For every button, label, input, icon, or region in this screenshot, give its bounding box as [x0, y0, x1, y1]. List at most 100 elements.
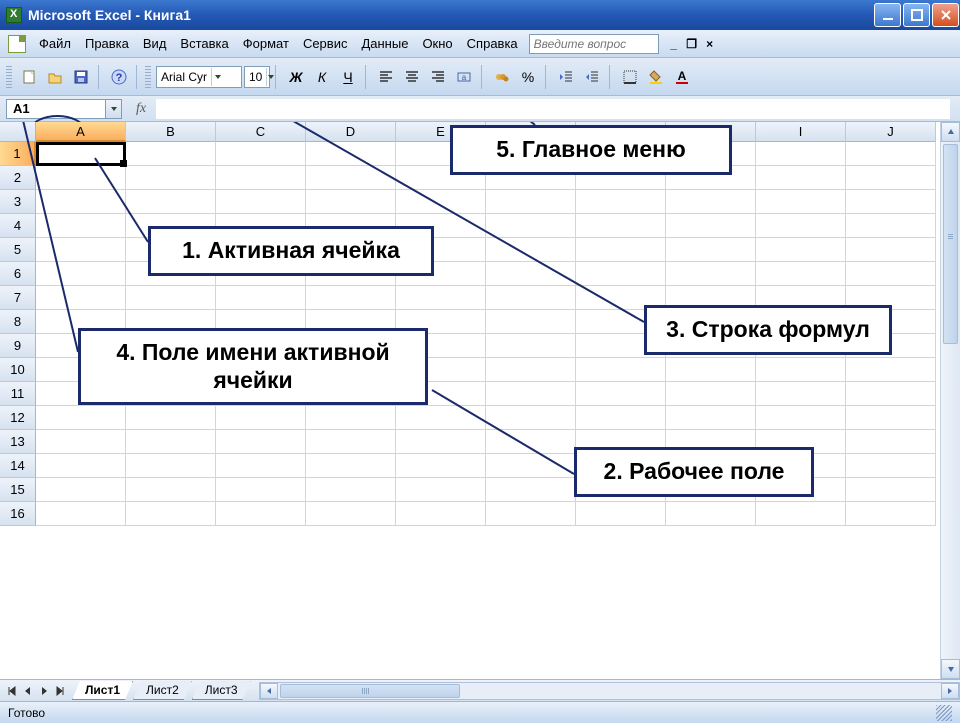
- cell[interactable]: [216, 286, 306, 310]
- toolbar-grip-icon[interactable]: [6, 66, 12, 88]
- increase-indent-button[interactable]: [580, 65, 604, 89]
- column-header[interactable]: J: [846, 122, 936, 142]
- menu-view[interactable]: Вид: [136, 32, 174, 55]
- cell[interactable]: [306, 166, 396, 190]
- cell[interactable]: [846, 358, 936, 382]
- font-name-selector[interactable]: Arial Cyr: [156, 66, 242, 88]
- cell[interactable]: [666, 238, 756, 262]
- align-right-button[interactable]: [426, 65, 450, 89]
- cell[interactable]: [486, 190, 576, 214]
- scroll-left-button[interactable]: [260, 683, 278, 699]
- cell[interactable]: [756, 214, 846, 238]
- open-button[interactable]: [43, 65, 67, 89]
- italic-button[interactable]: К: [310, 65, 334, 89]
- cell[interactable]: [396, 406, 486, 430]
- cell[interactable]: [486, 358, 576, 382]
- row-header[interactable]: 16: [0, 502, 36, 526]
- minimize-button[interactable]: [874, 3, 901, 27]
- cell[interactable]: [126, 190, 216, 214]
- row-header[interactable]: 1: [0, 142, 36, 166]
- cell[interactable]: [306, 454, 396, 478]
- cell[interactable]: [576, 406, 666, 430]
- row-header[interactable]: 13: [0, 430, 36, 454]
- menu-data[interactable]: Данные: [354, 32, 415, 55]
- row-header[interactable]: 12: [0, 406, 36, 430]
- cell[interactable]: [846, 214, 936, 238]
- cell[interactable]: [216, 406, 306, 430]
- cell[interactable]: [306, 478, 396, 502]
- hscroll-thumb[interactable]: [280, 684, 460, 698]
- help-button[interactable]: ?: [107, 65, 131, 89]
- cell[interactable]: [846, 142, 936, 166]
- mdi-close-button[interactable]: ×: [701, 36, 719, 52]
- row-header[interactable]: 9: [0, 334, 36, 358]
- cell[interactable]: [846, 190, 936, 214]
- toolbar-grip-icon[interactable]: [145, 66, 151, 88]
- fill-color-button[interactable]: [644, 65, 668, 89]
- cell[interactable]: [486, 310, 576, 334]
- sheet-tab-1[interactable]: Лист1: [72, 681, 133, 700]
- cell[interactable]: [306, 406, 396, 430]
- cell[interactable]: [306, 286, 396, 310]
- cell[interactable]: [36, 214, 126, 238]
- font-size-selector[interactable]: 10: [244, 66, 270, 88]
- formula-input[interactable]: [156, 99, 950, 119]
- cell[interactable]: [846, 430, 936, 454]
- cell[interactable]: [126, 142, 216, 166]
- column-header[interactable]: I: [756, 122, 846, 142]
- cell[interactable]: [576, 382, 666, 406]
- currency-button[interactable]: [490, 65, 514, 89]
- cell[interactable]: [846, 454, 936, 478]
- merge-center-button[interactable]: a: [452, 65, 476, 89]
- menu-window[interactable]: Окно: [415, 32, 459, 55]
- tab-nav-last[interactable]: [52, 683, 68, 699]
- cell[interactable]: [666, 502, 756, 526]
- mdi-restore-button[interactable]: ❐: [683, 36, 701, 52]
- ask-question-input[interactable]: [529, 34, 659, 54]
- save-button[interactable]: [69, 65, 93, 89]
- row-header[interactable]: 3: [0, 190, 36, 214]
- active-cell-cursor[interactable]: [36, 142, 126, 166]
- scroll-thumb[interactable]: [943, 144, 958, 344]
- row-header[interactable]: 14: [0, 454, 36, 478]
- cell[interactable]: [36, 430, 126, 454]
- cell[interactable]: [846, 238, 936, 262]
- cell[interactable]: [396, 190, 486, 214]
- row-header[interactable]: 7: [0, 286, 36, 310]
- tab-nav-next[interactable]: [36, 683, 52, 699]
- chevron-down-icon[interactable]: [211, 68, 223, 86]
- cell[interactable]: [216, 478, 306, 502]
- cell[interactable]: [126, 166, 216, 190]
- cell[interactable]: [36, 190, 126, 214]
- cell[interactable]: [306, 190, 396, 214]
- cell[interactable]: [396, 430, 486, 454]
- cell[interactable]: [216, 430, 306, 454]
- cell[interactable]: [396, 454, 486, 478]
- cell[interactable]: [756, 382, 846, 406]
- cell[interactable]: [486, 478, 576, 502]
- cell[interactable]: [396, 478, 486, 502]
- align-center-button[interactable]: [400, 65, 424, 89]
- menu-help[interactable]: Справка: [460, 32, 525, 55]
- percent-button[interactable]: %: [516, 65, 540, 89]
- cell[interactable]: [666, 406, 756, 430]
- cell[interactable]: [756, 262, 846, 286]
- maximize-button[interactable]: [903, 3, 930, 27]
- cell[interactable]: [666, 358, 756, 382]
- cell[interactable]: [126, 478, 216, 502]
- name-box[interactable]: A1: [6, 99, 106, 119]
- cell[interactable]: [756, 358, 846, 382]
- cell[interactable]: [846, 502, 936, 526]
- row-header[interactable]: 4: [0, 214, 36, 238]
- document-icon[interactable]: [8, 35, 26, 53]
- cell[interactable]: [756, 502, 846, 526]
- mdi-minimize-button[interactable]: _: [665, 36, 683, 52]
- row-header[interactable]: 6: [0, 262, 36, 286]
- cell[interactable]: [396, 502, 486, 526]
- cell[interactable]: [486, 214, 576, 238]
- resize-grip-icon[interactable]: [936, 705, 952, 721]
- scroll-down-button[interactable]: [941, 659, 960, 679]
- cell[interactable]: [216, 502, 306, 526]
- cell[interactable]: [36, 286, 126, 310]
- select-all-corner[interactable]: [0, 122, 36, 142]
